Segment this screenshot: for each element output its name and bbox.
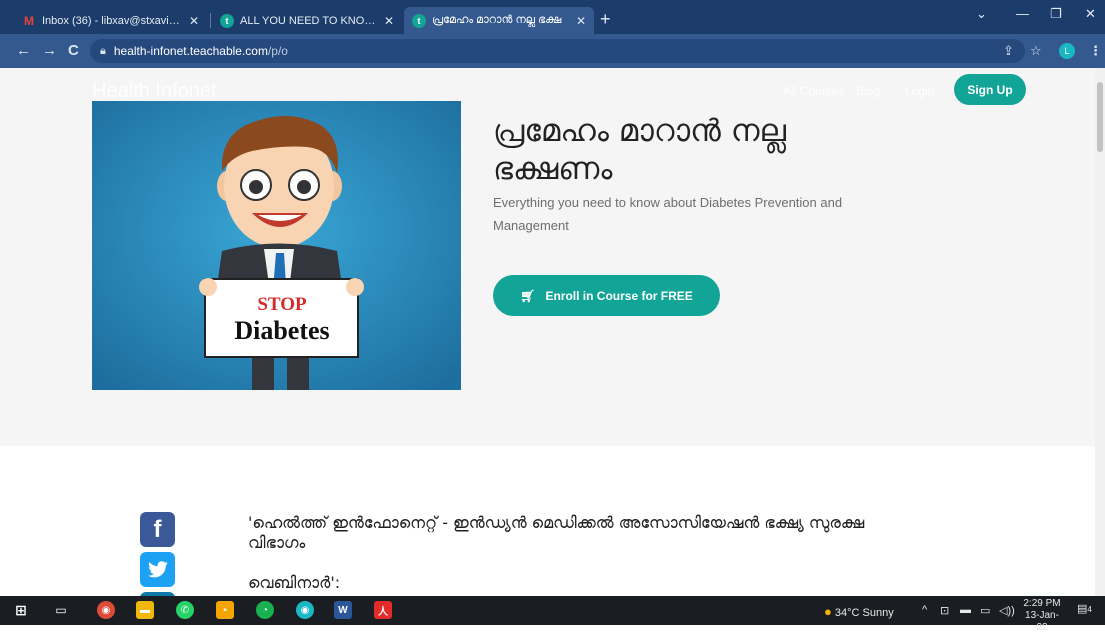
tab-title: പ്രമേഹം മാറാൻ നല്ല ഭക്ഷ bbox=[432, 14, 562, 26]
task-view-icon[interactable]: ▭ bbox=[52, 601, 70, 619]
browser-tab-strip: M Inbox (36) - libxav@stxavierscoll ✕ t … bbox=[0, 0, 1105, 34]
weather-widget[interactable]: ● 34°C Sunny bbox=[824, 604, 894, 619]
tab-search-icon[interactable]: ⌄ bbox=[976, 6, 987, 22]
chrome-profile-icon[interactable]: ◉ bbox=[296, 601, 314, 619]
sign-text-diabetes: Diabetes bbox=[234, 316, 329, 345]
tray-expand-icon[interactable]: ^ bbox=[922, 604, 927, 616]
nav-all-courses[interactable]: All Courses bbox=[783, 84, 844, 98]
facebook-icon: f bbox=[153, 515, 162, 543]
notification-count: 4 bbox=[1087, 605, 1092, 614]
menu-kebab-icon[interactable]: ⋮ bbox=[1089, 43, 1102, 59]
address-bar[interactable]: 🔒︎ health-infonet.teachable.com /p/o bbox=[90, 39, 1025, 63]
browser-toolbar: ← → C 🔒︎ health-infonet.teachable.com /p… bbox=[0, 34, 1105, 68]
network-icon[interactable]: ▭ bbox=[980, 604, 990, 617]
tab-title: ALL YOU NEED TO KNOW ABOUT bbox=[240, 14, 378, 27]
clock-time: 2:29 PM bbox=[1023, 598, 1061, 609]
teachable-icon: t bbox=[220, 13, 234, 28]
page-viewport: Health Infonet All Courses Blog Login Si… bbox=[0, 68, 1105, 596]
app-icon[interactable]: ◔ bbox=[256, 601, 274, 619]
tab-all-you-need[interactable]: t ALL YOU NEED TO KNOW ABOUT ✕ bbox=[212, 7, 402, 34]
weather-text: 34°C Sunny bbox=[834, 607, 894, 619]
page-scrollbar-thumb[interactable] bbox=[1097, 82, 1103, 152]
gmail-icon: M bbox=[24, 13, 34, 28]
stop-diabetes-illustration: STOP Diabetes bbox=[92, 101, 461, 390]
volume-icon[interactable]: ◁)) bbox=[999, 604, 1015, 617]
clock-date: 13-Jan-22 bbox=[1025, 610, 1059, 633]
content-paragraph: വെബിനാർ': bbox=[248, 573, 341, 592]
forward-icon[interactable]: → bbox=[42, 42, 57, 59]
acrobat-icon[interactable]: 人 bbox=[374, 601, 392, 619]
nav-login[interactable]: Login bbox=[905, 84, 934, 98]
chrome-icon[interactable]: ◉ bbox=[97, 601, 115, 619]
content-paragraph: 'ഹെൽത്ത് ഇൻഫോനെറ്റ് - ഇൻഡ്യൻ മെഡിക്കൽ അസ… bbox=[248, 513, 865, 552]
taskbar-clock[interactable]: 2:29 PM 13-Jan-22 bbox=[1022, 598, 1062, 634]
back-icon[interactable]: ← bbox=[16, 42, 31, 59]
restore-icon[interactable]: ❐ bbox=[1050, 6, 1062, 22]
reload-icon[interactable]: C bbox=[68, 42, 79, 59]
tab-separator bbox=[210, 13, 211, 28]
bookmark-star-icon[interactable]: ☆ bbox=[1030, 43, 1042, 59]
tab-close-icon[interactable]: ✕ bbox=[576, 14, 586, 28]
file-explorer-icon[interactable]: ▬ bbox=[136, 601, 154, 619]
sign-up-button[interactable]: Sign Up bbox=[954, 74, 1026, 105]
tab-course-active[interactable]: t പ്രമേഹം മാറാൻ നല്ല ഭക്ഷ ✕ bbox=[404, 7, 594, 34]
school-name-logo[interactable]: Health Infonet bbox=[92, 80, 217, 103]
battery-icon[interactable]: ▬ bbox=[960, 604, 971, 616]
whatsapp-icon[interactable]: ✆ bbox=[176, 601, 194, 619]
share-icon[interactable]: ⇪ bbox=[1003, 43, 1014, 59]
close-window-icon[interactable]: ✕ bbox=[1085, 6, 1096, 22]
tab-close-icon[interactable]: ✕ bbox=[384, 14, 394, 28]
twitter-share-button[interactable] bbox=[140, 552, 175, 587]
twitter-icon bbox=[147, 560, 168, 577]
course-subtitle: Everything you need to know about Diabet… bbox=[493, 195, 843, 233]
lock-icon: 🔒︎ bbox=[100, 44, 106, 57]
sign-text-stop: STOP bbox=[257, 294, 307, 315]
nav-blog[interactable]: Blog bbox=[856, 84, 880, 98]
word-icon[interactable]: W bbox=[334, 601, 352, 619]
sticky-notes-icon[interactable]: ▪ bbox=[216, 601, 234, 619]
course-image: STOP Diabetes bbox=[92, 101, 461, 390]
tray-pen-icon[interactable]: ⊡ bbox=[940, 604, 949, 617]
notification-center-button[interactable]: ▤4 bbox=[1077, 602, 1092, 615]
sun-icon: ● bbox=[824, 604, 832, 619]
notification-icon: ▤ bbox=[1077, 603, 1088, 615]
facebook-share-button[interactable]: f bbox=[140, 512, 175, 547]
tab-title: Inbox (36) - libxav@stxavierscoll bbox=[42, 14, 183, 27]
enroll-button[interactable]: 🛒︎ Enroll in Course for FREE bbox=[493, 275, 720, 316]
tab-close-icon[interactable]: ✕ bbox=[189, 14, 199, 28]
url-path: /p/o bbox=[267, 44, 288, 58]
windows-taskbar: ⊞ ▭ ◉ ▬ ✆ ▪ ◔ ◉ W 人 ● 34°C Sunny ^ ⊡ ▬ ▭… bbox=[0, 596, 1105, 633]
shopping-cart-icon: 🛒︎ bbox=[520, 288, 536, 303]
enroll-label: Enroll in Course for FREE bbox=[545, 288, 693, 303]
course-title: പ്രമേഹം മാറാൻ നല്ല ഭക്ഷണം bbox=[493, 113, 787, 187]
windows-start-icon[interactable]: ⊞ bbox=[12, 601, 30, 619]
url-host: health-infonet.teachable.com bbox=[113, 44, 268, 58]
profile-avatar[interactable]: L bbox=[1059, 43, 1075, 59]
tab-gmail[interactable]: M Inbox (36) - libxav@stxavierscoll ✕ bbox=[14, 7, 207, 34]
teachable-icon: t bbox=[412, 13, 426, 28]
new-tab-button[interactable]: + bbox=[600, 9, 611, 30]
minimize-icon[interactable]: — bbox=[1016, 6, 1029, 21]
